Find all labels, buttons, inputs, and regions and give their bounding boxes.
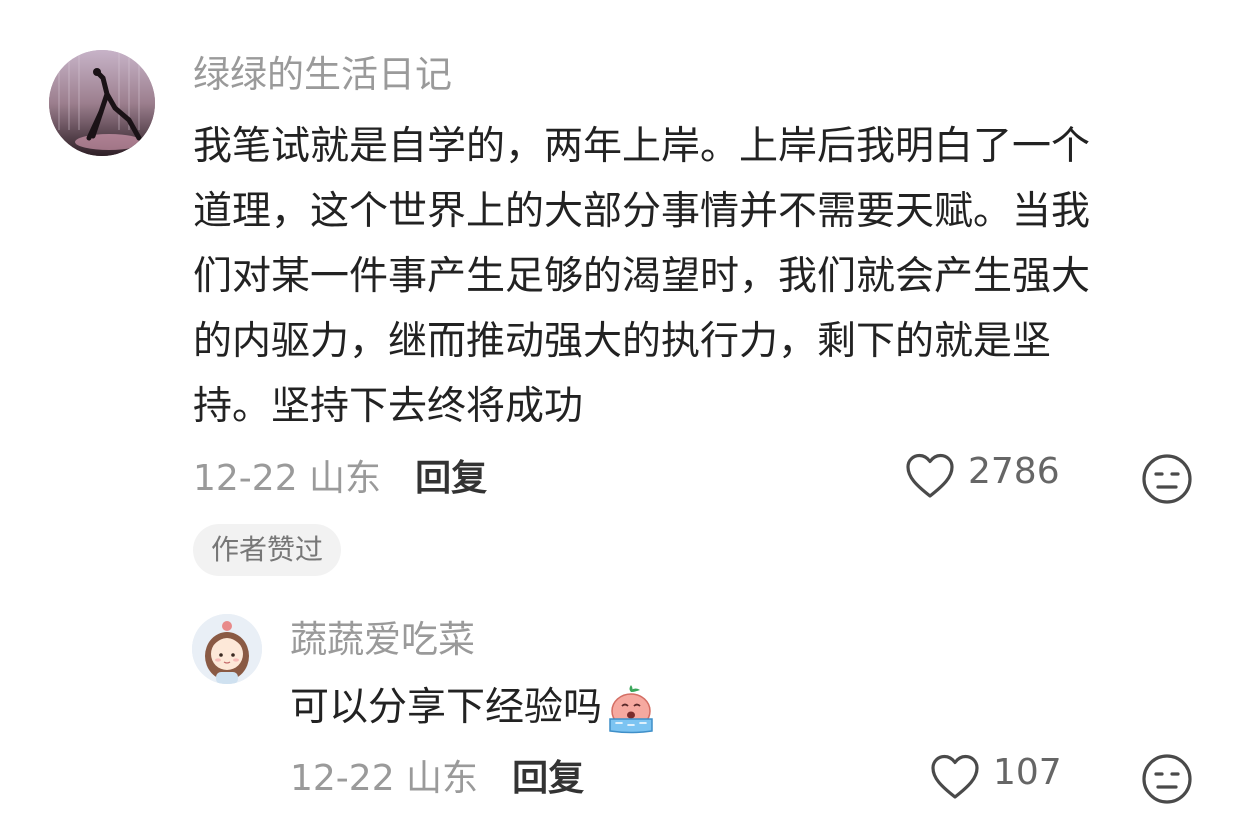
reply-text-row: 可以分享下经验吗 <box>290 680 658 736</box>
reply-date-location: 12-22 山东 <box>290 758 479 799</box>
crying-emoji-icon <box>604 681 658 735</box>
reply-text: 可以分享下经验吗 <box>290 685 603 730</box>
reply-like-count: 107 <box>993 751 1062 793</box>
unhappy-face-icon <box>1142 454 1192 504</box>
reply-username[interactable]: 蔬蔬爱吃菜 <box>290 614 475 666</box>
comment-line: 持。坚持下去终将成功 <box>193 384 584 429</box>
like-count: 2786 <box>968 450 1060 492</box>
reply-dislike-button[interactable] <box>1141 753 1193 805</box>
reply-like-button[interactable]: 107 <box>929 749 1062 805</box>
cartoon-girl-icon <box>192 614 262 684</box>
reply-button[interactable]: 回复 <box>415 449 487 501</box>
like-button[interactable]: 2786 <box>904 448 1060 504</box>
commenter-username[interactable]: 绿绿的生活日记 <box>193 50 452 100</box>
author-liked-badge: 作者赞过 <box>193 524 342 576</box>
unhappy-face-icon <box>1142 754 1192 804</box>
comment-line: 们对某一件事产生足够的渴望时，我们就会产生强大 <box>193 254 1091 299</box>
reply-reply-button[interactable]: 回复 <box>512 749 584 801</box>
heart-outline-icon <box>906 453 954 498</box>
comment-line: 道理，这个世界上的大部分事情并不需要天赋。当我 <box>193 189 1091 234</box>
dancer-photo-icon <box>49 50 155 156</box>
reply-meta: 12-22 山东 回复 <box>290 749 584 801</box>
reply-avatar[interactable] <box>192 614 262 684</box>
comment-date-location: 12-22 山东 <box>193 458 382 499</box>
comment-line: 我笔试就是自学的，两年上岸。上岸后我明白了一个 <box>193 124 1091 169</box>
comment-meta: 12-22 山东 回复 <box>193 449 487 501</box>
dislike-button[interactable] <box>1141 453 1193 505</box>
comment-line: 的内驱力，继而推动强大的执行力，剩下的就是坚 <box>193 319 1052 364</box>
comment-text: 我笔试就是自学的，两年上岸。上岸后我明白了一个 道理，这个世界上的大部分事情并不… <box>193 114 1193 439</box>
commenter-avatar[interactable] <box>49 50 155 156</box>
heart-outline-icon <box>931 754 979 799</box>
